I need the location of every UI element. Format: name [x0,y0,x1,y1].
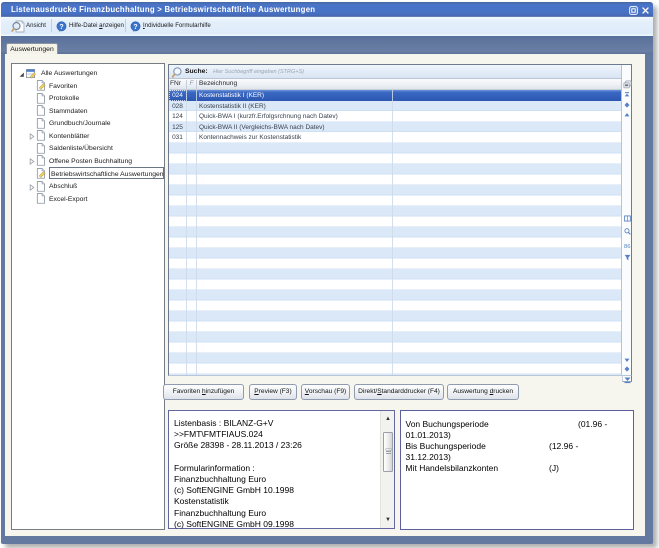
svg-text:?: ? [133,24,137,31]
svg-text:?: ? [59,24,63,31]
svg-text:86: 86 [624,244,630,249]
